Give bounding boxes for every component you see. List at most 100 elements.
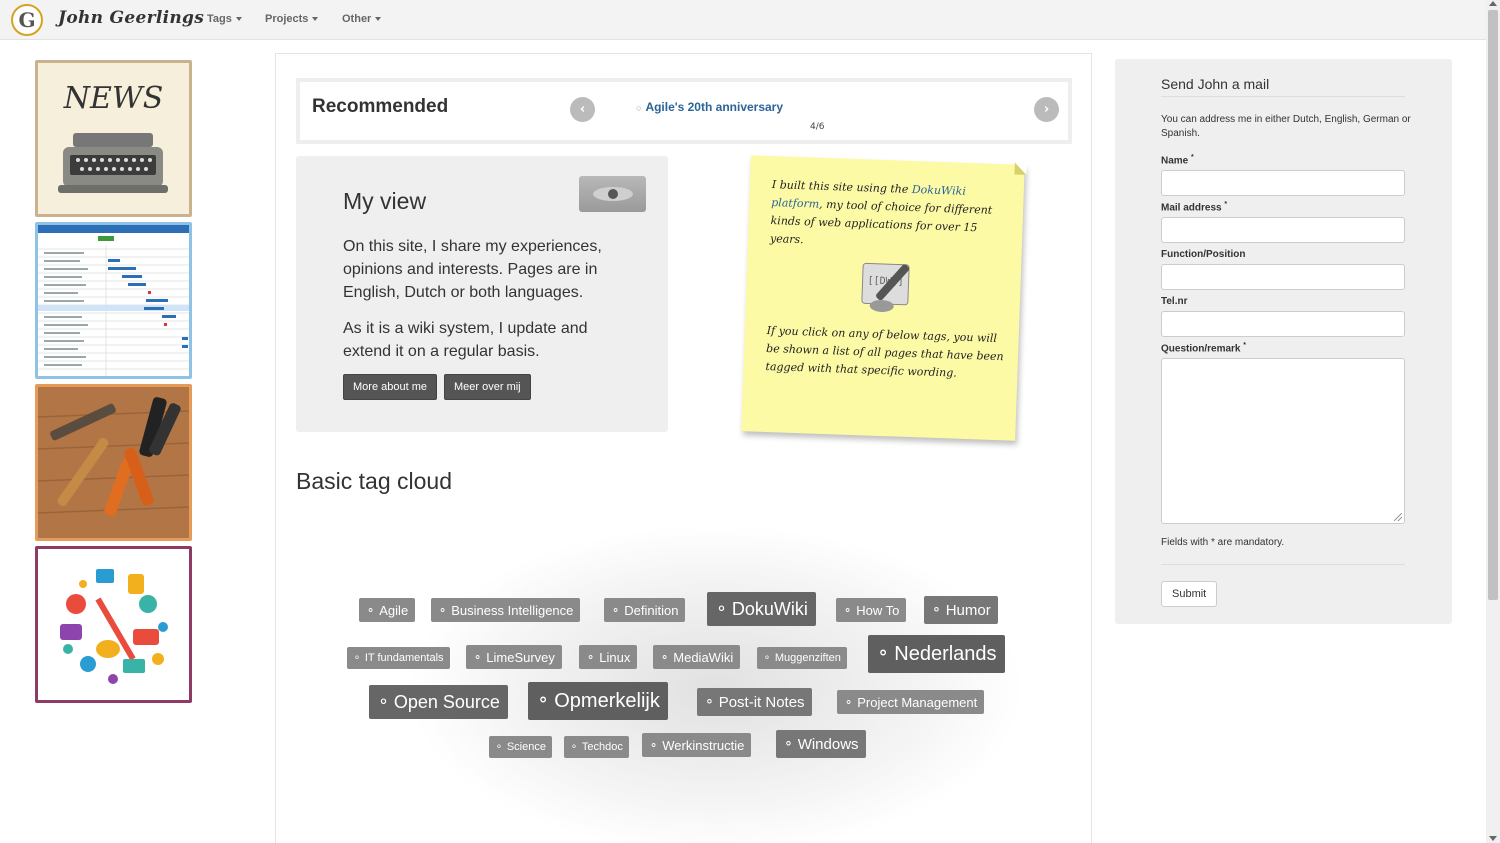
tag-label: Humor [945, 601, 991, 619]
resize-handle-icon[interactable] [1394, 513, 1402, 521]
tag-icon: ⚬ [438, 604, 448, 617]
tag-icon: ⚬ [876, 644, 891, 663]
recommended-link[interactable]: ○ Agile's 20th anniversary [636, 100, 783, 114]
tag-project-management[interactable]: ⚬ Project Management [837, 690, 985, 714]
my-view-title: My view [343, 188, 427, 214]
post-it-text-1a: I built this site using the [771, 178, 913, 196]
form-intro: You can address me in either Dutch, Engl… [1161, 114, 1411, 139]
tag-icon: ⚬ [843, 604, 853, 617]
tag-post-it-notes[interactable]: ⚬ Post-it Notes [697, 688, 812, 716]
tag-icon: ⚬ [536, 691, 551, 710]
post-it-fold [1014, 162, 1027, 175]
tag-label: Muggenziften [774, 652, 841, 664]
site-logo[interactable]: G [11, 4, 43, 36]
post-it-text-1: I built this site using the DokuWiki pla… [770, 176, 1012, 256]
tag-how-to[interactable]: ⚬ How To [836, 598, 907, 622]
caret-down-icon [235, 17, 242, 22]
tag-label: Techdoc [581, 741, 623, 753]
bullet-icon: ○ [636, 103, 642, 113]
tag-it-fundamentals[interactable]: ⚬ IT fundamentals [347, 647, 450, 669]
dokuwiki-logo-icon: [[DW]] [861, 262, 910, 312]
my-view-paragraph-1: On this site, I share my experiences, op… [343, 238, 602, 301]
tools-thumbnail[interactable] [35, 384, 192, 541]
tag-label: LimeSurvey [486, 649, 555, 665]
tag-icon: ⚬ [570, 741, 578, 752]
tag-mediawiki[interactable]: ⚬ MediaWiki [653, 645, 741, 669]
name-input[interactable] [1161, 170, 1405, 196]
page-scrollbar[interactable] [1486, 0, 1500, 843]
tag-science[interactable]: ⚬ Science [489, 736, 552, 758]
tag-label: Definition [624, 602, 679, 618]
tag-muggenziften[interactable]: ⚬ Muggenziften [757, 647, 847, 669]
tag-label: Agile [379, 602, 409, 618]
tag-label: Nederlands [894, 642, 997, 665]
tag-limesurvey[interactable]: ⚬ LimeSurvey [466, 645, 562, 669]
project-plan-thumbnail[interactable] [35, 222, 192, 379]
mandatory-note: Fields with * are mandatory. [1161, 537, 1405, 565]
tag-techdoc[interactable]: ⚬ Techdoc [564, 736, 629, 758]
tag-windows[interactable]: ⚬ Windows [776, 730, 866, 758]
tag-agile[interactable]: ⚬ Agile [359, 598, 416, 622]
question-textarea[interactable] [1161, 358, 1405, 524]
tag-dokuwiki[interactable]: ⚬ DokuWiki [707, 592, 816, 626]
chevron-left-icon: ‹ [579, 102, 586, 117]
name-label-text: Name [1161, 155, 1189, 167]
function-input[interactable] [1161, 264, 1405, 290]
nav-tags[interactable]: Tags [207, 13, 242, 25]
tel-input[interactable] [1161, 311, 1405, 337]
tag-open-source[interactable]: ⚬ Open Source [369, 685, 508, 719]
tag-icon: ⚬ [649, 739, 659, 752]
scroll-thumb[interactable] [1488, 10, 1498, 600]
tag-nederlands[interactable]: ⚬ Nederlands [868, 635, 1005, 673]
tag-icon: ⚬ [473, 651, 483, 664]
logo-letter: G [18, 8, 36, 32]
music-thumbnail[interactable] [35, 546, 192, 703]
recommended-link-text: Agile's 20th anniversary [645, 100, 784, 114]
carousel-prev-button[interactable]: ‹ [570, 97, 595, 122]
nav-other[interactable]: Other [342, 13, 382, 25]
function-label: Function/Position [1161, 249, 1246, 260]
required-mark: * [1224, 201, 1228, 208]
tag-definition[interactable]: ⚬ Definition [604, 598, 686, 622]
brand-name[interactable]: John Geerlings [58, 8, 204, 28]
tag-icon: ⚬ [783, 736, 794, 751]
carousel-counter: 4/6 [810, 122, 825, 132]
mail-input[interactable] [1161, 217, 1405, 243]
tag-label: Open Source [393, 691, 500, 712]
submit-button[interactable]: Submit [1161, 581, 1218, 607]
tag-icon: ⚬ [366, 604, 376, 617]
news-thumbnail[interactable]: NEWS [35, 60, 192, 217]
tag-opmerkelijk[interactable]: ⚬ Opmerkelijk [528, 682, 668, 720]
tag-label: How To [856, 602, 900, 618]
tag-icon: ⚬ [844, 696, 854, 709]
tag-linux[interactable]: ⚬ Linux [579, 645, 638, 669]
my-view-paragraph-2: As it is a wiki system, I update and ext… [343, 320, 588, 360]
tag-icon: ⚬ [495, 741, 503, 752]
tag-cloud-background [406, 524, 1026, 843]
post-it-note: I built this site using the DokuWiki pla… [741, 155, 1027, 441]
more-about-me-button[interactable]: More about me [343, 374, 437, 400]
scroll-down-arrow-icon[interactable] [1489, 836, 1497, 841]
nav-projects-label: Projects [265, 13, 309, 25]
carousel-next-button[interactable]: › [1034, 97, 1059, 122]
meer-over-mij-button[interactable]: Meer over mij [444, 374, 531, 400]
nav-other-label: Other [342, 13, 372, 25]
tag-label: Science [506, 741, 546, 753]
tag-icon: ⚬ [660, 651, 670, 664]
tag-werkinstructie[interactable]: ⚬ Werkinstructie [642, 733, 752, 757]
tag-label: Business Intelligence [451, 602, 574, 618]
scroll-up-arrow-icon[interactable] [1489, 1, 1497, 6]
tag-humor[interactable]: ⚬ Humor [924, 596, 998, 624]
main-content: Recommended ‹ ○ Agile's 20th anniversary … [275, 53, 1092, 843]
tel-label: Tel.nr [1161, 296, 1188, 307]
gantt-chart-icon [38, 225, 189, 376]
tag-label: Post-it Notes [718, 693, 805, 711]
tag-icon: ⚬ [931, 602, 942, 617]
nav-projects[interactable]: Projects [265, 13, 319, 25]
mail-label-text: Mail address [1161, 202, 1222, 214]
tag-business-intelligence[interactable]: ⚬ Business Intelligence [431, 598, 581, 622]
music-collage-icon [60, 569, 168, 684]
tools-icon [38, 397, 189, 517]
contact-form-panel: Send John a mail You can address me in e… [1115, 59, 1452, 624]
required-mark: * [1243, 342, 1246, 349]
